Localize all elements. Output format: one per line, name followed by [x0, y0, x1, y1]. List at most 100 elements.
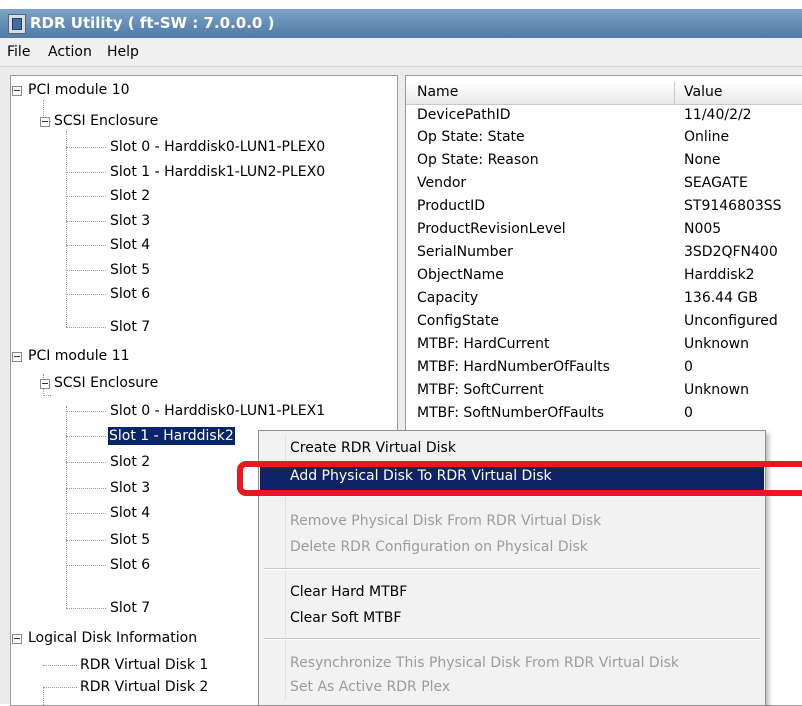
- tree-line: [66, 565, 106, 566]
- collapse-toggle-icon[interactable]: [12, 86, 22, 96]
- property-name: Capacity: [417, 290, 479, 306]
- tree-node-slot[interactable]: Slot 6: [110, 285, 150, 303]
- property-row[interactable]: ProductRevisionLevel N005: [406, 220, 802, 243]
- tree-line: [66, 245, 106, 246]
- tree-node-slot[interactable]: Slot 3: [110, 212, 150, 230]
- tree-line: [66, 488, 106, 489]
- property-value: Online: [684, 129, 730, 145]
- property-name: SerialNumber: [417, 244, 513, 260]
- property-name: ConfigState: [417, 313, 499, 329]
- property-name: MTBF: HardCurrent: [417, 336, 550, 352]
- app-icon: [8, 14, 26, 34]
- property-row[interactable]: ObjectName Harddisk2: [406, 266, 802, 289]
- property-name: DevicePathID: [417, 107, 511, 123]
- property-row[interactable]: SerialNumber 3SD2QFN400: [406, 243, 802, 266]
- property-name: MTBF: SoftNumberOfFaults: [417, 405, 605, 421]
- menu-item-label: Resynchronize This Physical Disk From RD…: [290, 655, 679, 671]
- property-row[interactable]: Capacity 136.44 GB: [406, 289, 802, 312]
- tree-node-slot[interactable]: Slot 5: [110, 261, 150, 279]
- property-value: Unknown: [684, 382, 749, 398]
- menu-item-delete-rdr-configuration[interactable]: Delete RDR Configuration on Physical Dis…: [260, 535, 764, 561]
- tree-node-slot[interactable]: Slot 0 - Harddisk0-LUN1-PLEX1: [110, 402, 325, 420]
- property-value: N005: [684, 221, 722, 237]
- collapse-toggle-icon[interactable]: [40, 117, 50, 127]
- tree-node-virtual-disk[interactable]: RDR Virtual Disk 2: [80, 678, 208, 696]
- tree-node-slot[interactable]: Slot 4: [110, 236, 150, 254]
- property-row[interactable]: MTBF: HardNumberOfFaults 0: [406, 358, 802, 381]
- property-name: Op State: Reason: [417, 152, 539, 168]
- tree-node-slot[interactable]: Slot 5: [110, 531, 150, 549]
- property-value: 0: [684, 359, 693, 375]
- property-value: 11/40/2/2: [684, 107, 752, 123]
- property-name: ProductID: [417, 198, 486, 214]
- property-row[interactable]: DevicePathID 11/40/2/2: [406, 106, 802, 129]
- menu-item-label: Clear Soft MTBF: [290, 610, 402, 626]
- tree-node-slot[interactable]: Slot 0 - Harddisk0-LUN1-PLEX0: [110, 138, 325, 156]
- collapse-toggle-icon[interactable]: [40, 379, 50, 389]
- menu-item-label: Set As Active RDR Plex: [290, 679, 451, 695]
- tree-line: [66, 513, 106, 514]
- tree-line: [66, 540, 106, 541]
- menu-file[interactable]: File: [7, 44, 30, 60]
- property-row[interactable]: MTBF: SoftCurrent Unknown: [406, 381, 802, 404]
- property-list-header: Name Value: [406, 82, 802, 105]
- tree-node-slot[interactable]: Slot 6: [110, 556, 150, 574]
- tree-node-slot[interactable]: Slot 2: [110, 187, 150, 205]
- highlight-callout: [237, 461, 802, 496]
- tree-node-pci-module-11[interactable]: PCI module 11: [28, 347, 130, 365]
- tree-node-slot-selected[interactable]: Slot 1 - Harddisk2: [108, 427, 235, 445]
- tree-node-scsi-enclosure-10[interactable]: SCSI Enclosure: [54, 112, 158, 130]
- tree-line: [66, 462, 106, 463]
- property-row[interactable]: ProductID ST9146803SS: [406, 197, 802, 220]
- property-value: SEAGATE: [684, 175, 748, 191]
- tree-line: [66, 131, 67, 327]
- tree-line: [66, 196, 106, 197]
- menu-item-remove-physical-disk[interactable]: Remove Physical Disk From RDR Virtual Di…: [260, 509, 764, 535]
- property-value: Unknown: [684, 336, 749, 352]
- tree-node-logical-disk-info[interactable]: Logical Disk Information: [28, 629, 197, 647]
- property-name: ObjectName: [417, 267, 504, 283]
- menu-separator: [264, 568, 760, 570]
- tree-line: [66, 221, 106, 222]
- property-row[interactable]: MTBF: HardCurrent Unknown: [406, 335, 802, 358]
- tree-node-pci-module-10[interactable]: PCI module 10: [28, 81, 130, 99]
- property-row[interactable]: Op State: Reason None: [406, 151, 802, 174]
- collapse-toggle-icon[interactable]: [12, 352, 22, 362]
- property-row[interactable]: MTBF: SoftNumberOfFaults 0: [406, 404, 802, 427]
- column-separator[interactable]: [674, 82, 675, 104]
- property-value: 0: [684, 405, 693, 421]
- tree-node-slot[interactable]: Slot 2: [110, 453, 150, 471]
- tree-line: [66, 270, 106, 271]
- tree-node-slot[interactable]: Slot 3: [110, 479, 150, 497]
- tree-line: [66, 411, 106, 412]
- menu-item-label: Clear Hard MTBF: [290, 584, 408, 600]
- tree-node-scsi-enclosure-11[interactable]: SCSI Enclosure: [54, 374, 158, 392]
- column-header-value[interactable]: Value: [684, 84, 722, 100]
- menu-item-clear-hard-mtbf[interactable]: Clear Hard MTBF: [260, 580, 764, 606]
- menu-item-resynchronize[interactable]: Resynchronize This Physical Disk From RD…: [260, 651, 764, 677]
- tree-node-slot[interactable]: Slot 1 - Harddisk1-LUN2-PLEX0: [110, 163, 325, 181]
- window-title-bar[interactable]: RDR Utility ( ft-SW : 7.0.0.0 ): [0, 9, 802, 38]
- property-name: Vendor: [417, 175, 467, 191]
- property-row[interactable]: Vendor SEAGATE: [406, 174, 802, 197]
- collapse-toggle-icon[interactable]: [12, 634, 22, 644]
- tree-line: [66, 327, 106, 328]
- property-row[interactable]: Op State: State Online: [406, 128, 802, 151]
- menu-help[interactable]: Help: [107, 44, 139, 60]
- property-value: 136.44 GB: [684, 290, 758, 306]
- column-header-name[interactable]: Name: [417, 84, 458, 100]
- menu-item-set-active-rdr-plex[interactable]: Set As Active RDR Plex: [260, 675, 764, 701]
- tree-node-slot[interactable]: Slot 4: [110, 504, 150, 522]
- menu-item-clear-soft-mtbf[interactable]: Clear Soft MTBF: [260, 606, 764, 632]
- property-row[interactable]: ConfigState Unconfigured: [406, 312, 802, 335]
- tree-node-slot[interactable]: Slot 7: [110, 318, 150, 336]
- tree-line: [66, 172, 106, 173]
- tree-node-virtual-disk[interactable]: RDR Virtual Disk 1: [80, 656, 208, 674]
- property-value: ST9146803SS: [684, 198, 782, 214]
- property-value: 3SD2QFN400: [684, 244, 778, 260]
- tree-node-slot[interactable]: Slot 7: [110, 599, 150, 617]
- property-name: MTBF: HardNumberOfFaults: [417, 359, 610, 375]
- property-value: Harddisk2: [684, 267, 755, 283]
- menu-item-create-rdr-virtual-disk[interactable]: Create RDR Virtual Disk: [260, 436, 764, 462]
- menu-action[interactable]: Action: [48, 44, 92, 60]
